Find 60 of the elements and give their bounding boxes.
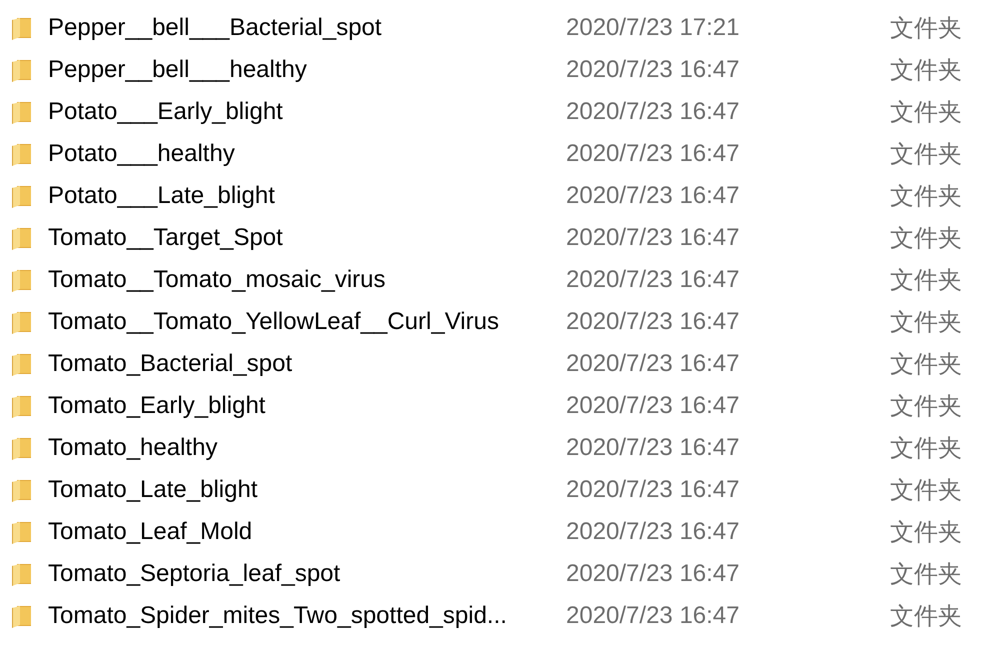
folder-icon [12,268,32,292]
folder-name[interactable]: Pepper__bell___healthy [48,56,307,84]
folder-name[interactable]: Tomato_Spider_mites_Two_spotted_spid... [48,602,507,630]
date-modified: 2020/7/23 16:47 [566,560,740,588]
folder-icon [12,478,32,502]
item-type: 文件夹 [890,350,962,380]
date-modified: 2020/7/23 17:21 [566,14,740,42]
item-type: 文件夹 [890,308,962,338]
folder-name[interactable]: Pepper__bell___Bacterial_spot [48,14,382,42]
date-modified: 2020/7/23 16:47 [566,602,740,630]
folder-name[interactable]: Tomato_healthy [48,434,218,462]
date-modified: 2020/7/23 16:47 [566,392,740,420]
folder-icon [12,142,32,166]
date-modified: 2020/7/23 16:47 [566,434,740,462]
folder-name[interactable]: Tomato_Leaf_Mold [48,518,252,546]
folder-name[interactable]: Tomato__Tomato_YellowLeaf__Curl_Virus [48,308,499,336]
date-modified: 2020/7/23 16:47 [566,140,740,168]
folder-icon [12,16,32,40]
date-modified: 2020/7/23 16:47 [566,518,740,546]
folder-icon [12,226,32,250]
folder-icon [12,184,32,208]
date-modified: 2020/7/23 16:47 [566,224,740,252]
folder-icon [12,352,32,376]
folder-name[interactable]: Tomato_Bacterial_spot [48,350,292,378]
item-type: 文件夹 [890,518,962,548]
date-modified: 2020/7/23 16:47 [566,98,740,126]
item-type: 文件夹 [890,140,962,170]
folder-icon [12,562,32,586]
folder-icon [12,100,32,124]
folder-name[interactable]: Potato___Late_blight [48,182,275,210]
folder-icon [12,604,32,628]
date-modified: 2020/7/23 16:47 [566,308,740,336]
item-type: 文件夹 [890,98,962,128]
date-modified: 2020/7/23 16:47 [566,56,740,84]
item-type: 文件夹 [890,224,962,254]
date-modified: 2020/7/23 16:47 [566,266,740,294]
date-modified: 2020/7/23 16:47 [566,182,740,210]
item-type: 文件夹 [890,266,962,296]
folder-icon [12,310,32,334]
folder-icon [12,394,32,418]
folder-icon [12,520,32,544]
item-type: 文件夹 [890,392,962,422]
folder-name[interactable]: Tomato_Septoria_leaf_spot [48,560,340,588]
item-type: 文件夹 [890,14,962,44]
folder-name[interactable]: Tomato_Late_blight [48,476,258,504]
item-type: 文件夹 [890,56,962,86]
item-type: 文件夹 [890,560,962,590]
folder-name[interactable]: Potato___Early_blight [48,98,283,126]
item-type: 文件夹 [890,602,962,632]
date-modified: 2020/7/23 16:47 [566,350,740,378]
date-modified: 2020/7/23 16:47 [566,476,740,504]
item-type: 文件夹 [890,434,962,464]
folder-name[interactable]: Potato___healthy [48,140,235,168]
item-type: 文件夹 [890,476,962,506]
folder-icon [12,436,32,460]
folder-name[interactable]: Tomato__Target_Spot [48,224,283,252]
folder-icon [12,58,32,82]
item-type: 文件夹 [890,182,962,212]
folder-name[interactable]: Tomato__Tomato_mosaic_virus [48,266,386,294]
folder-name[interactable]: Tomato_Early_blight [48,392,266,420]
